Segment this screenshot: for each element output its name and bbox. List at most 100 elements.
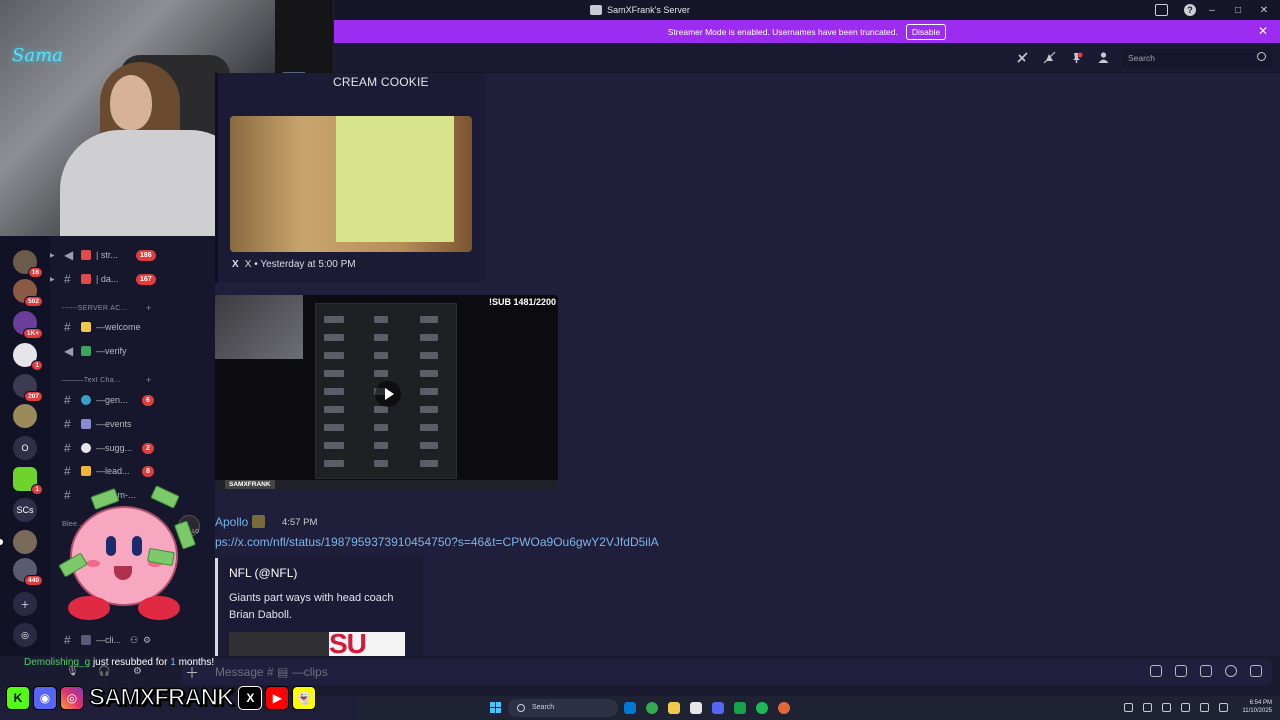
server-icon[interactable]: 1 <box>13 467 43 495</box>
channel-name: | da... <box>96 274 119 284</box>
server-icon[interactable]: 16 <box>13 250 43 278</box>
speech-bubble-icon <box>81 443 91 453</box>
channel-item[interactable]: # —lead... 8 <box>50 462 215 480</box>
sheet-row <box>324 370 450 378</box>
wifi-icon[interactable] <box>1200 703 1209 712</box>
party-icon <box>81 419 91 429</box>
bluetooth-icon[interactable] <box>1162 703 1171 712</box>
mention-badge: 6 <box>142 394 154 406</box>
inbox-icon[interactable] <box>1155 4 1168 16</box>
message-composer[interactable]: ＋ Message # ▤ —clips <box>182 659 1272 685</box>
clock[interactable]: 6:54 PM 11/10/2025 <box>1242 699 1272 715</box>
category-header[interactable]: ———Text Cha... + <box>62 375 151 385</box>
embed-image[interactable] <box>230 116 472 252</box>
server-badge: 207 <box>24 391 43 402</box>
composer-tools <box>1150 665 1262 677</box>
server-badge: 1K+ <box>22 328 43 339</box>
channel-item-clips-selected[interactable]: # —cli... ⚇ ⚙ <box>50 631 215 649</box>
embed-image[interactable]: SU <box>229 632 405 656</box>
taskbar-search[interactable]: Search <box>508 699 618 717</box>
channel-item[interactable]: ▶ # | da... 167 <box>50 270 215 288</box>
add-channel-icon[interactable]: + <box>146 303 152 313</box>
mic-tray-icon[interactable] <box>1181 703 1190 712</box>
spotify-icon[interactable] <box>756 702 768 714</box>
server-icon[interactable]: 502 <box>13 279 43 307</box>
sheet-row <box>324 460 450 468</box>
mention-badge: 167 <box>136 273 156 285</box>
message-author[interactable]: Apollo <box>215 515 266 529</box>
discord-taskbar-icon[interactable] <box>712 702 724 714</box>
edge-icon[interactable] <box>624 702 636 714</box>
windows-start-icon[interactable] <box>490 702 502 714</box>
emoji-icon <box>81 322 91 332</box>
volume-icon[interactable] <box>1219 703 1228 712</box>
video-attachment[interactable]: !SUB 1481/2200 SAMXFRANK <box>215 295 558 489</box>
channel-item[interactable]: # —events <box>50 415 215 433</box>
category-name: ------SERVER AC... <box>62 305 128 312</box>
kirby-eye-shape <box>106 536 116 556</box>
gift-icon[interactable] <box>1150 665 1162 677</box>
channel-name: —verify <box>96 346 127 356</box>
mention-badge: 8 <box>142 465 154 477</box>
member-list-icon[interactable] <box>1097 51 1110 64</box>
store-icon[interactable] <box>690 702 702 714</box>
invite-icon[interactable]: ⚇ <box>130 635 138 646</box>
channel-name: —gen... <box>96 395 128 405</box>
network-icon[interactable] <box>1143 703 1152 712</box>
pinned-messages-icon[interactable] <box>1070 51 1083 64</box>
channel-item[interactable]: # —gen... 6 <box>50 391 215 409</box>
help-icon[interactable]: ? <box>1184 4 1196 16</box>
embed-author[interactable]: NFL (@NFL) <box>229 566 297 580</box>
message-link[interactable]: ps://x.com/nfl/status/198795937391045475… <box>215 535 659 549</box>
apps-icon[interactable] <box>1250 665 1262 677</box>
checkmark-icon <box>81 346 91 356</box>
video-bottom-bar: SAMXFRANK <box>215 480 558 489</box>
disable-button[interactable]: Disable <box>905 23 947 40</box>
browser-icon[interactable] <box>778 702 790 714</box>
video-brand-tag: SAMXFRANK <box>225 480 275 489</box>
chrome-icon[interactable] <box>646 702 658 714</box>
server-icon[interactable]: 207 <box>13 374 43 402</box>
close-banner-icon[interactable]: ✕ <box>1258 24 1268 38</box>
channel-item[interactable]: ▶ ◀ | str... 186 <box>50 246 215 264</box>
kirby-money-overlay <box>52 485 202 628</box>
sheet-row <box>324 406 450 414</box>
channel-name: | str... <box>96 250 118 260</box>
play-icon[interactable] <box>375 381 401 407</box>
sticker-icon[interactable] <box>1200 665 1212 677</box>
server-icon[interactable]: 1 <box>13 343 43 371</box>
add-server-icon[interactable]: ＋ <box>13 592 37 616</box>
tray-arrow-icon[interactable] <box>1124 703 1133 712</box>
notification-bell-icon[interactable] <box>1043 51 1056 64</box>
threads-icon[interactable] <box>1016 51 1029 64</box>
search-input[interactable]: Search <box>1122 49 1272 67</box>
window-controls: – □ ✕ <box>1206 0 1270 20</box>
excel-icon[interactable] <box>734 702 746 714</box>
neon-sign-image: Sama <box>12 45 63 66</box>
server-icon[interactable] <box>13 530 37 554</box>
channel-name: —sugg... <box>96 443 133 453</box>
sheet-row <box>324 334 450 342</box>
channel-item[interactable]: # —welcome <box>50 318 215 336</box>
gif-icon[interactable] <box>1175 665 1187 677</box>
server-icon[interactable]: 440 <box>13 558 43 586</box>
server-icon[interactable]: O <box>13 436 37 460</box>
x-logo-icon: X <box>238 686 263 710</box>
category-header[interactable]: ------SERVER AC... + <box>62 303 151 313</box>
discord-logo-icon: ◉ <box>33 686 57 710</box>
channel-item[interactable]: ◀ —verify <box>50 342 215 360</box>
minimize-icon[interactable]: – <box>1206 5 1218 16</box>
server-badge: 440 <box>24 575 43 586</box>
server-icon[interactable]: SCs <box>13 498 37 522</box>
channel-item[interactable]: # —sugg... 2 <box>50 439 215 457</box>
close-window-icon[interactable]: ✕ <box>1258 5 1270 16</box>
server-icon[interactable] <box>13 404 37 428</box>
server-icon[interactable]: 1K+ <box>13 311 43 339</box>
file-explorer-icon[interactable] <box>668 702 680 714</box>
discover-icon[interactable]: ◎ <box>13 623 37 647</box>
emoji-picker-icon[interactable] <box>1225 665 1237 677</box>
maximize-icon[interactable]: □ <box>1232 5 1244 16</box>
add-channel-icon[interactable]: + <box>146 375 152 385</box>
instagram-logo-icon: ◎ <box>60 686 84 710</box>
settings-gear-icon[interactable]: ⚙ <box>143 635 151 646</box>
